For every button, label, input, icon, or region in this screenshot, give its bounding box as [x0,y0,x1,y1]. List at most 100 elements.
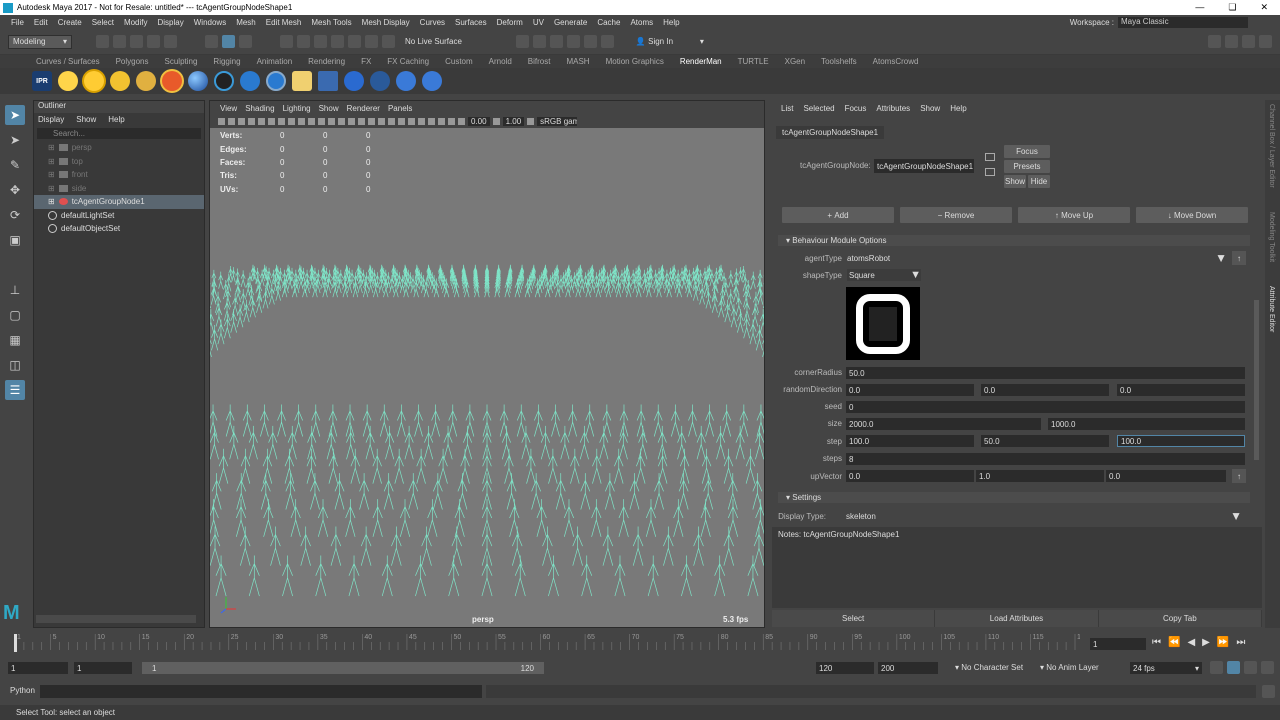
redo-icon[interactable] [164,35,177,48]
ipr-render-icon[interactable] [549,35,563,48]
size-z-field[interactable]: 1000.0 [1048,418,1245,430]
random-direction-x[interactable]: 0.0 [846,384,974,396]
anti-aliasing-icon[interactable] [408,118,415,125]
scale-tool-icon[interactable]: ▣ [5,230,25,250]
expand-icon[interactable]: ⊞ [48,184,55,193]
resolution-gate-icon[interactable] [278,118,285,125]
expand-icon[interactable]: ⊞ [48,143,55,152]
preferences-icon[interactable] [1244,661,1257,674]
xray-joints-icon[interactable] [448,118,455,125]
color-management-icon[interactable] [527,118,535,125]
current-time-indicator[interactable] [14,634,17,652]
menu-select[interactable]: Select [87,18,119,27]
select-output-icon[interactable] [985,168,995,176]
menu-uv[interactable]: UV [528,18,549,27]
behaviour-module-options-section[interactable]: ▾ Behaviour Module Options [778,235,1250,246]
expand-icon[interactable]: ⊞ [48,157,55,166]
toggle-attribute-editor-icon[interactable] [1225,35,1238,48]
range-slider-track[interactable]: 1 120 [142,662,544,674]
sun-light-icon[interactable] [84,71,104,91]
xray-icon[interactable] [438,118,445,125]
move-tool-icon[interactable]: ✥ [5,180,25,200]
expand-icon[interactable]: ⊞ [48,170,55,179]
camera-attributes-icon[interactable] [228,118,235,125]
viewport-menu-lighting[interactable]: Lighting [279,104,315,113]
info-icon[interactable] [240,71,260,91]
anim-layer-dropdown[interactable]: ▾ No Anim Layer [1040,663,1120,672]
up-vector-y[interactable]: 1.0 [976,470,1104,482]
timeline-ruler[interactable]: 1 5 10 15 20 25 30 35 40 45 50 55 60 65 70 75 80 85 90 95 10… [10,630,1080,658]
layout-two-icon[interactable]: ◫ [5,355,25,375]
layout-single-icon[interactable]: ▢ [5,305,25,325]
modeling-toolkit-tab[interactable]: Modeling Toolkit [1268,212,1275,262]
select-objects-icon[interactable] [222,35,235,48]
outliner-item-front[interactable]: ⊞ front [34,168,204,182]
image-plane-icon[interactable] [248,118,255,125]
fps-dropdown[interactable]: 24 fps ▾ [1130,662,1202,674]
character-set-dropdown[interactable]: ▾ No Character Set [955,663,1035,672]
safe-title-icon[interactable] [318,118,325,125]
pause-icon[interactable] [600,35,614,48]
menu-modify[interactable]: Modify [119,18,153,27]
expand-icon[interactable]: ⊞ [48,197,55,206]
shelf-tab-mash[interactable]: MASH [558,57,597,66]
shelf-tab-curves-surfaces[interactable]: Curves / Surfaces [28,57,108,66]
anim-start-field[interactable]: 1 [8,662,68,674]
step-y-field[interactable]: 50.0 [981,435,1109,447]
node-name-field[interactable]: tcAgentGroupNodeShape1 [874,159,974,173]
portal-light-icon[interactable] [136,71,156,91]
snap-curve-icon[interactable] [297,35,310,48]
settings-icon[interactable] [396,71,416,91]
shelf-tab-polygons[interactable]: Polygons [108,57,157,66]
display-type-dropdown[interactable]: skeleton ▼ [846,509,1242,523]
layout-four-icon[interactable]: ▦ [5,330,25,350]
render-sphere-icon[interactable] [58,71,78,91]
mode-dropdown[interactable]: Modeling ▾ [8,34,72,49]
menu-display[interactable]: Display [153,18,189,27]
shelf-tab-xgen[interactable]: XGen [777,57,813,66]
exposure-icon[interactable] [458,118,465,125]
auto-key-icon[interactable] [1227,661,1240,674]
rotate-tool-icon[interactable]: ⟳ [5,205,25,225]
ae-node-tab[interactable]: tcAgentGroupNodeShape1 [776,126,885,139]
ae-menu-list[interactable]: List [776,104,798,113]
globe-icon[interactable] [344,71,364,91]
step-back-frame-icon[interactable]: ◀ [1187,637,1195,648]
select-tool-icon[interactable]: ➤ [5,105,25,125]
shelf-tab-motion-graphics[interactable]: Motion Graphics [598,57,672,66]
presets-button[interactable]: Presets [1004,160,1050,173]
shape-type-dropdown[interactable]: Square ▼ [847,269,921,281]
outliner-item-top[interactable]: ⊞ top [34,155,204,169]
shelf-tab-turtle[interactable]: TURTLE [730,57,777,66]
exposure-field[interactable]: 0.00 [468,117,490,126]
wireframe-icon[interactable] [328,118,335,125]
menu-generate[interactable]: Generate [549,18,592,27]
settings-section[interactable]: ▾ Settings [778,492,1250,503]
menu-edit-mesh[interactable]: Edit Mesh [261,18,307,27]
shelf-tab-fx[interactable]: FX [353,57,379,66]
menu-file[interactable]: File [6,18,29,27]
current-frame-field[interactable]: 1 [1090,638,1146,650]
select-hierarchy-icon[interactable] [205,35,218,48]
shelf-tab-atomscrowd[interactable]: AtomsCrowd [865,57,927,66]
up-vector-z[interactable]: 0.0 [1106,470,1226,482]
seed-field[interactable]: 0 [846,401,1245,413]
snap-view-icon[interactable] [331,35,344,48]
ae-vscrollbar[interactable] [1254,300,1259,460]
minimize-icon[interactable]: — [1195,2,1204,13]
channel-box-tab[interactable]: Channel Box / Layer Editor [1268,104,1275,188]
wireframe-on-shaded-icon[interactable] [348,118,355,125]
outliner-menu-help[interactable]: Help [108,115,124,124]
dome-light-icon[interactable] [110,71,130,91]
renderman-ipr-icon[interactable]: IPR [32,71,52,91]
step-z-field[interactable]: 100.0 [1117,435,1245,447]
viewport-menu-show[interactable]: Show [315,104,343,113]
ae-menu-selected[interactable]: Selected [798,104,839,113]
playback-end-field[interactable]: 120 [816,662,874,674]
size-x-field[interactable]: 2000.0 [846,418,1041,430]
depth-of-field-icon[interactable] [418,118,425,125]
script-editor-icon[interactable] [1262,685,1275,698]
command-input[interactable] [40,685,482,698]
outliner-menu-display[interactable]: Display [38,115,64,124]
textured-icon[interactable] [358,118,365,125]
